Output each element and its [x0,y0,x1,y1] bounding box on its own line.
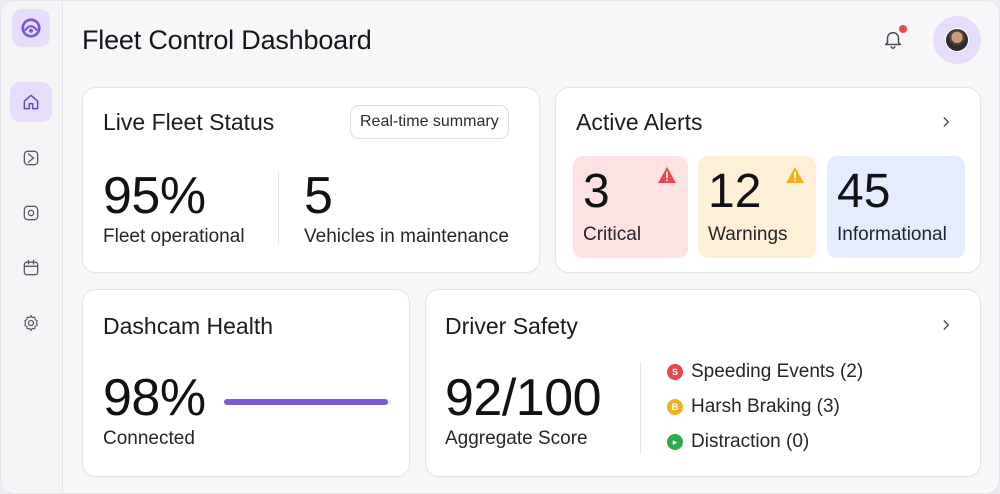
dashcam-health-bar [224,399,391,405]
event-harsh-braking[interactable]: B Harsh Braking (3) [667,396,840,418]
calendar-icon [23,259,39,276]
dashcam-health-card: Dashcam Health 98% Connected [82,289,410,477]
app-logo[interactable] [12,9,50,47]
event-label: Distraction (0) [691,431,810,452]
event-label: Speeding Events (2) [691,361,864,382]
card-title: Dashcam Health [103,313,274,339]
informational-alerts-tile[interactable]: 45 Informational [827,156,965,258]
dashcam-connected-value: 98% [103,369,206,427]
distraction-icon: ▸ [667,434,683,450]
warnings-label: Warnings [708,224,788,245]
warning-alerts-tile[interactable]: 12 Warnings [698,156,816,258]
warnings-count: 12 [708,165,762,218]
event-distraction[interactable]: ▸ Distraction (0) [667,431,809,453]
critical-count: 3 [583,165,610,218]
sidebar-item-home[interactable] [10,82,52,122]
critical-warning-icon [658,166,676,184]
card-title: Driver Safety [445,313,578,339]
informational-count: 45 [837,165,891,218]
event-speeding[interactable]: S Speeding Events (2) [667,361,863,383]
dashcam-connected-label: Connected [103,428,195,449]
informational-label: Informational [837,224,947,245]
notifications-button[interactable] [879,25,907,53]
braking-icon: B [667,399,683,415]
driver-safety-chevron-right-icon[interactable] [936,315,956,335]
app-window: Fleet Control Dashboard Live Fleet Statu… [0,0,1000,494]
sidebar-item-routes[interactable] [10,138,52,178]
maintenance-count-value: 5 [304,167,333,225]
driver-safety-card: Driver Safety 92/100 Aggregate Score S S… [425,289,981,477]
realtime-summary-button[interactable]: Real-time summary [350,105,509,139]
card-title: Active Alerts [576,109,703,135]
route-icon [23,150,39,166]
safety-score-value: 92/100 [445,369,602,427]
notification-badge [899,25,907,33]
dashcam-health-bar-fill [224,399,388,405]
gear-icon [24,314,38,332]
fleet-operational-label: Fleet operational [103,226,245,247]
sidebar-item-dashcams[interactable] [10,193,52,233]
event-label: Harsh Braking (3) [691,396,840,417]
score-divider [640,362,641,454]
sidebar-item-settings[interactable] [10,303,52,343]
sidebar [1,1,63,493]
live-fleet-status-card: Live Fleet Status Real-time summary 95% … [82,87,540,273]
user-menu[interactable] [933,16,981,64]
logo-icon [21,18,41,38]
dashcam-icon [23,205,39,221]
fleet-operational-value: 95% [103,167,206,225]
stat-divider [278,172,279,244]
critical-label: Critical [583,224,642,245]
safety-score-label: Aggregate Score [445,428,588,449]
card-title: Live Fleet Status [103,109,275,135]
warning-triangle-icon [786,166,804,184]
page-title: Fleet Control Dashboard [82,25,372,55]
home-icon [23,94,39,110]
alerts-chevron-right-icon[interactable] [936,112,956,132]
active-alerts-card: Active Alerts 3 Critical 12 Warnings 45 … [555,87,981,273]
maintenance-count-label: Vehicles in maintenance [304,226,509,247]
speeding-icon: S [667,364,683,380]
sidebar-item-schedule[interactable] [10,248,52,288]
critical-alerts-tile[interactable]: 3 Critical [573,156,688,258]
avatar [945,28,969,52]
